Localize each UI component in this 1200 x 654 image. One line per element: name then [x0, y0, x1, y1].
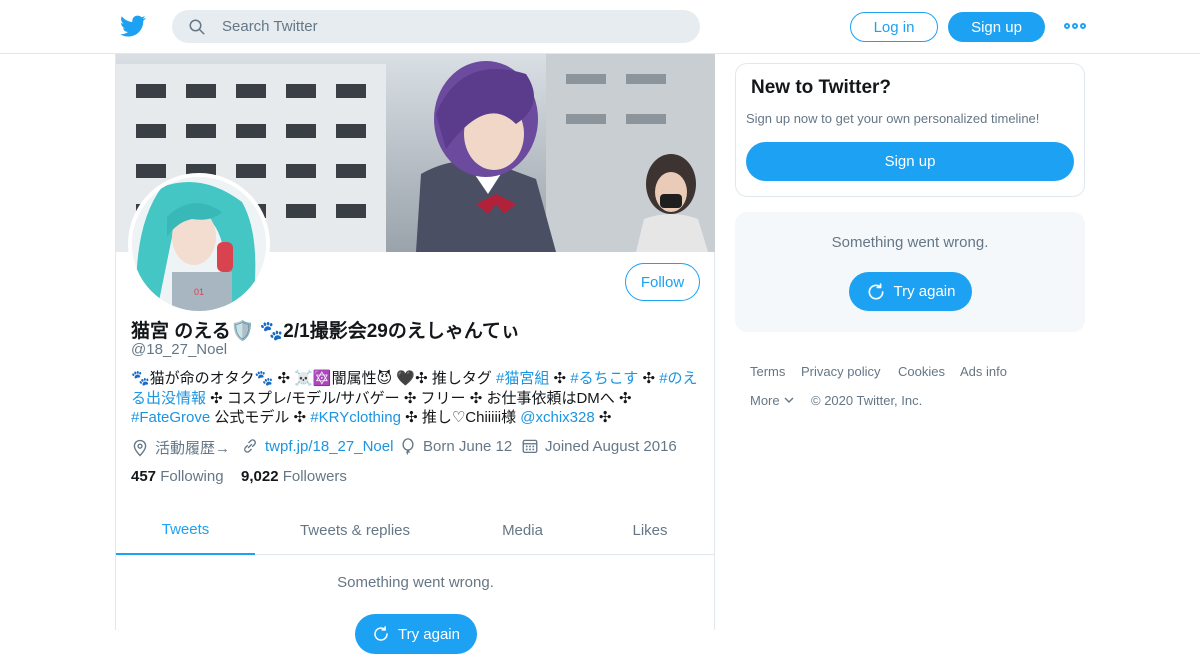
profile-metadata: 活動履歴→ twpf.jp/18_27_Noel Born June 12 Jo…	[131, 437, 706, 457]
sign-up-button[interactable]: Sign up	[948, 12, 1045, 42]
sidebar-error-card: Something went wrong. Try again	[735, 212, 1085, 332]
tab-media[interactable]: Media	[455, 506, 590, 555]
birthday-item: Born June 12	[399, 437, 512, 455]
more-dots-icon[interactable]	[1064, 20, 1086, 32]
footer-cookies-link[interactable]: Cookies	[898, 364, 945, 379]
profile-tabs: Tweets Tweets & replies Media Likes	[116, 506, 715, 555]
bio-text: 公式モデル ✣	[210, 409, 311, 426]
hashtag-link[interactable]: #猫宮組	[496, 370, 549, 387]
bio-text: ✣	[549, 370, 571, 387]
profile-handle: @18_27_Noel	[131, 341, 228, 358]
link-icon	[244, 439, 256, 453]
location-pin-icon	[133, 439, 147, 456]
search-input[interactable]	[222, 10, 682, 43]
joined-item: Joined August 2016	[521, 437, 677, 455]
footer-privacy-link[interactable]: Privacy policy	[801, 364, 880, 379]
following-number: 457	[131, 468, 157, 485]
bio-text: 🐾猫が命のオタク🐾 ✣ ☠️🔯闇属性😈 🖤✣ 推しタグ	[131, 370, 496, 387]
refresh-icon	[868, 282, 884, 300]
followers-label: Followers	[282, 468, 347, 485]
new-to-twitter-title: New to Twitter?	[751, 77, 892, 98]
tab-tweets[interactable]: Tweets	[116, 506, 255, 555]
timeline-try-again-label: Try again	[398, 625, 460, 643]
bio-text: ✣ コスプレ/モデル/サバゲー ✣ フリー ✣ お仕事依頼はDMへ ✣	[206, 389, 632, 407]
footer-more-link[interactable]: More	[750, 393, 795, 408]
sidebar-sign-up-button[interactable]: Sign up	[746, 142, 1074, 181]
sidebar-try-again-button[interactable]: Try again	[849, 272, 972, 311]
new-to-twitter-card: New to Twitter? Sign up now to get your …	[735, 63, 1085, 197]
log-in-button[interactable]: Log in	[850, 12, 938, 42]
search-box	[172, 10, 700, 43]
refresh-icon	[374, 626, 388, 641]
balloon-icon	[402, 438, 414, 455]
sidebar-try-again-label: Try again	[893, 283, 956, 300]
profile-column: 01 Follow 猫宮 のえる🛡️ 🐾2/1撮影会29のえしゃんてぃ @18_…	[115, 54, 715, 654]
bio-text: ✣	[638, 370, 660, 387]
bio-text: ✣	[594, 409, 612, 426]
tab-likes[interactable]: Likes	[590, 506, 710, 555]
hashtag-link[interactable]: #FateGrove	[131, 409, 210, 426]
follow-button[interactable]: Follow	[625, 263, 700, 301]
birthday-text: Born June 12	[423, 437, 513, 455]
svg-text:01: 01	[194, 287, 204, 297]
avatar-photo: 01	[132, 177, 266, 311]
timeline-try-again-button[interactable]: Try again	[355, 614, 477, 654]
bio-text: ✣ 推し♡Chiiiii様	[400, 409, 521, 426]
sidebar-error-message: Something went wrong.	[831, 234, 989, 251]
hashtag-link[interactable]: #KRYclothing	[310, 409, 401, 426]
top-navigation-bar: Log in Sign up	[0, 0, 1200, 54]
tab-tweets-and-replies[interactable]: Tweets & replies	[255, 506, 455, 555]
timeline-error-message: Something went wrong.	[337, 574, 494, 591]
footer-terms-link[interactable]: Terms	[750, 364, 785, 379]
footer-copyright: © 2020 Twitter, Inc.	[811, 393, 923, 408]
footer-more-label: More	[750, 393, 780, 408]
footer-ads-link[interactable]: Ads info	[960, 364, 1007, 379]
profile-display-name: 猫宮 のえる🛡️ 🐾2/1撮影会29のえしゃんてぃ	[131, 321, 520, 342]
followers-count[interactable]: 9,022 Followers	[241, 468, 347, 485]
search-icon	[189, 19, 205, 35]
profile-avatar[interactable]: 01	[128, 173, 270, 315]
new-to-twitter-subtitle: Sign up now to get your own personalized…	[746, 111, 1040, 126]
mention-link[interactable]: @xchix328	[520, 409, 594, 426]
joined-text: Joined August 2016	[545, 437, 677, 455]
following-count[interactable]: 457 Following	[131, 468, 224, 485]
location-text: 活動履歴→	[155, 440, 231, 457]
location-item: 活動履歴→	[131, 437, 230, 458]
website-link[interactable]: twpf.jp/18_27_Noel	[265, 438, 393, 455]
website-item: twpf.jp/18_27_Noel	[241, 437, 393, 455]
calendar-icon	[522, 439, 538, 454]
followers-number: 9,022	[241, 468, 279, 485]
chevron-down-icon	[784, 397, 794, 403]
twitter-bird-icon[interactable]	[120, 13, 146, 39]
profile-bio: 🐾猫が命のオタク🐾 ✣ ☠️🔯闇属性😈 🖤✣ 推しタグ #猫宮組 ✣ #るちこす…	[131, 369, 701, 428]
following-label: Following	[160, 468, 224, 485]
hashtag-link[interactable]: #るちこす	[570, 370, 638, 387]
